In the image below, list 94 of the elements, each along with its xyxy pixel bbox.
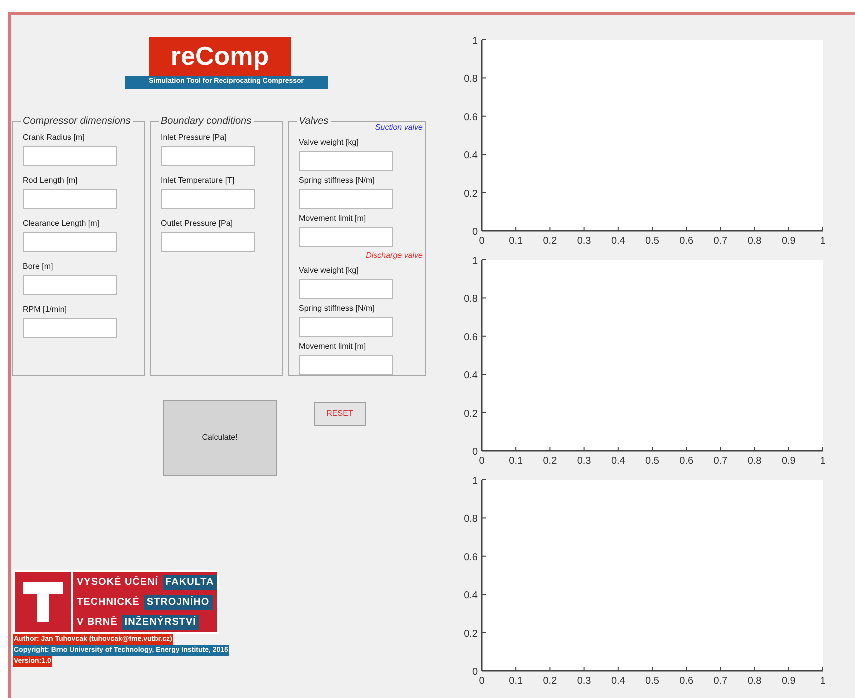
tick-label: 0.1	[509, 236, 524, 247]
input-field[interactable]	[299, 355, 393, 375]
tick-label: 0.8	[464, 294, 478, 306]
faculty-name-text: INŽENÝRSTVÍ	[122, 614, 200, 630]
input-field[interactable]	[299, 279, 393, 299]
field-label: Rod Length [m]	[23, 176, 79, 186]
tick-label: 0.4	[464, 150, 478, 162]
tick-label: 0.8	[464, 74, 478, 86]
tick-label: 0	[472, 667, 478, 678]
field-label: Spring stiffness [N/m]	[299, 304, 376, 314]
tick-label: 0	[479, 236, 485, 247]
tick-label: 0.7	[714, 236, 728, 247]
tick-label: 1	[820, 236, 826, 247]
group-title: Boundary conditions	[160, 115, 253, 129]
tick-label: 0.6	[680, 676, 694, 687]
field-label: Movement limit [m]	[299, 214, 368, 224]
field-label: Valve weight [kg]	[299, 266, 360, 276]
tick-label: 0.3	[577, 456, 592, 467]
tick-label: 0.4	[464, 590, 478, 602]
tick-label: 0.6	[464, 112, 478, 124]
group-title: Valves	[298, 115, 330, 129]
field-label: Inlet Pressure [Pa]	[161, 133, 228, 143]
tick-label: 0.9	[782, 676, 796, 687]
t-letter-icon	[23, 582, 63, 622]
tick-label: 0.5	[646, 236, 660, 247]
tick-label: 0.2	[543, 456, 558, 467]
tick-label: 1	[472, 256, 478, 267]
tick-label: 0.2	[464, 408, 478, 420]
university-name-text: TECHNICKÉ	[77, 595, 141, 610]
tick-label: 0	[472, 227, 478, 238]
tick-label: 0.9	[782, 236, 796, 247]
input-field[interactable]	[161, 146, 255, 166]
field-label: Movement limit [m]	[299, 342, 368, 352]
tick-label: 0.8	[748, 236, 762, 247]
tick-label: 0.2	[464, 628, 478, 640]
tick-label: 0.6	[464, 332, 478, 344]
tick-label: 0.7	[714, 456, 728, 467]
section-title: Suction valve	[375, 123, 423, 133]
university-name-text: VYSOKÉ UČENÍ	[77, 575, 160, 590]
section-title: Discharge valve	[366, 251, 423, 261]
input-field[interactable]	[299, 151, 393, 171]
group-title: Compressor dimensions	[22, 115, 132, 129]
input-field[interactable]	[299, 227, 393, 247]
input-field[interactable]	[23, 232, 117, 252]
faculty-name-text: STROJNÍHO	[144, 594, 213, 610]
input-field[interactable]	[299, 317, 393, 337]
input-field[interactable]	[23, 146, 117, 166]
tick-label: 0.1	[509, 676, 524, 687]
tick-label: 0.7	[714, 676, 728, 687]
tick-label: 0.8	[748, 456, 762, 467]
tick-label: 0.2	[543, 236, 558, 247]
field-label: Spring stiffness [N/m]	[299, 176, 376, 186]
tick-label: 0.8	[748, 676, 762, 687]
tick-label: 0.4	[611, 456, 626, 467]
tick-label: 0.6	[680, 236, 694, 247]
tick-label: 0.4	[464, 370, 478, 382]
field-label: Bore [m]	[23, 262, 54, 272]
field-label: Inlet Temperature [T]	[161, 176, 236, 186]
tick-label: 0.4	[611, 236, 626, 247]
field-label: Clearance Length [m]	[23, 219, 100, 229]
tick-label: 0.2	[543, 676, 558, 687]
tick-label: 0.3	[577, 676, 592, 687]
tick-label: 0.5	[646, 676, 660, 687]
input-field[interactable]	[23, 275, 117, 295]
tick-label: 1	[820, 676, 826, 687]
tick-label: 0	[479, 676, 485, 687]
tick-label: 0.2	[464, 188, 478, 200]
input-field[interactable]	[23, 318, 117, 338]
tick-label: 0.9	[782, 456, 796, 467]
tick-label: 1	[472, 36, 478, 47]
app-logo: reComp	[149, 37, 291, 76]
field-label: Outlet Pressure [Pa]	[161, 219, 234, 229]
tick-label: 0.6	[464, 552, 478, 564]
tick-label: 0.4	[611, 676, 626, 687]
tick-label: 1	[820, 456, 826, 467]
tick-label: 1	[472, 476, 478, 487]
tick-label: 0	[472, 447, 478, 458]
tick-label: 0.6	[680, 456, 694, 467]
field-label: Crank Radius [m]	[23, 133, 86, 143]
input-field[interactable]	[161, 232, 255, 252]
tick-label: 0.1	[509, 456, 524, 467]
faculty-name-text: FAKULTA	[162, 574, 218, 590]
university-name-text: V BRNĚ	[77, 615, 119, 630]
field-label: Valve weight [kg]	[299, 138, 360, 148]
reset-button[interactable]: RESET	[314, 402, 366, 426]
tick-label: 0	[479, 456, 485, 467]
tick-label: 0.8	[464, 514, 478, 526]
tick-label: 0.5	[646, 456, 660, 467]
tick-label: 0.3	[577, 236, 592, 247]
calculate-button[interactable]: Calculate!	[163, 400, 277, 476]
input-field[interactable]	[299, 189, 393, 209]
input-field[interactable]	[161, 189, 255, 209]
input-field[interactable]	[23, 189, 117, 209]
field-label: RPM [1/min]	[23, 305, 68, 315]
